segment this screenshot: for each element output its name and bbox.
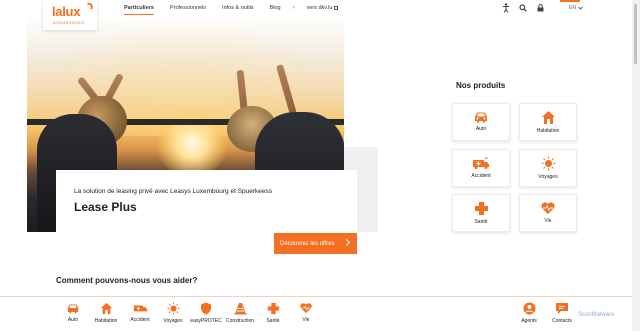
- products-title: Nos produits: [456, 81, 506, 90]
- quick-item-label: Vie: [302, 317, 310, 323]
- product-label: Voyages: [538, 174, 558, 180]
- quick-item-label: easyPROTEC: [190, 318, 222, 324]
- external-link-icon: [334, 6, 339, 10]
- product-tile-accident[interactable]: Accident: [452, 149, 510, 187]
- hero-title: Lease Plus: [74, 200, 137, 214]
- product-tile-auto[interactable]: Auto: [452, 103, 510, 141]
- quick-item-vie[interactable]: Vie: [286, 302, 326, 323]
- page: lalux ASSURANCES Particuliers Profession…: [0, 0, 640, 331]
- nav-item-infos-outils[interactable]: Infos & outils: [214, 0, 262, 16]
- product-tile-voyages[interactable]: Voyages: [519, 149, 577, 187]
- help-title: Comment pouvons-nous vous aider?: [56, 276, 198, 285]
- heart-icon: [300, 303, 312, 314]
- search-icon[interactable]: [517, 2, 529, 14]
- quick-item-contacts[interactable]: Contacts: [542, 302, 582, 324]
- car-icon: [67, 304, 79, 314]
- quick-item-label: Agents: [521, 318, 537, 324]
- quick-item-label: Santé: [266, 318, 280, 324]
- product-label: Habitation: [536, 128, 560, 134]
- cta-label: Découvrez les offres: [280, 240, 335, 247]
- logo-mark-icon: [86, 2, 94, 10]
- sun-icon: [166, 302, 180, 315]
- header-icons: EN: [500, 2, 583, 14]
- language-underline: [560, 0, 580, 2]
- hero-subtitle: La solution de leasing privé avec Leasys…: [74, 188, 273, 195]
- product-tile-habitation[interactable]: Habitation: [519, 103, 577, 141]
- ambulance-icon: [133, 305, 147, 312]
- quick-item-label: Construction: [225, 318, 255, 324]
- lock-icon[interactable]: [534, 2, 546, 14]
- product-label: Santé: [474, 219, 488, 225]
- agent-icon: [523, 302, 535, 315]
- logo-tagline: ASSURANCES: [53, 20, 85, 25]
- bottom-quick-bar: Auto Habitation Accident Voyages easyPRO…: [0, 296, 632, 331]
- chevron-down-icon: [578, 6, 583, 10]
- dkv-link-label: vers dkv.lu: [306, 5, 333, 11]
- quick-item-label: Habitation: [94, 318, 118, 324]
- language-label: EN: [569, 5, 576, 11]
- quick-item-label: Accident: [130, 317, 150, 323]
- product-label: Vie: [544, 218, 552, 224]
- main-nav: Particuliers Professionnels Infos & outi…: [116, 0, 346, 16]
- nav-item-dkv-link[interactable]: vers dkv.lu: [299, 0, 347, 16]
- quick-item-label: Auto: [67, 317, 79, 323]
- product-tile-vie[interactable]: Vie: [519, 194, 577, 232]
- nav-item-particuliers[interactable]: Particuliers: [116, 0, 162, 16]
- car-icon: [475, 112, 487, 123]
- nav-item-professionnels[interactable]: Professionnels: [162, 0, 214, 16]
- product-label: Accident: [471, 173, 491, 179]
- health-cross-icon: [474, 202, 488, 215]
- quick-item-label: Contacts: [552, 318, 572, 324]
- chat-icon: [556, 303, 568, 314]
- shield-icon: [201, 302, 211, 315]
- scrollbar-thumb[interactable]: [634, 4, 637, 64]
- ambulance-icon: [473, 156, 489, 169]
- product-label: Auto: [475, 126, 487, 132]
- product-tile-sante[interactable]: Santé: [452, 194, 510, 232]
- nav-item-blog[interactable]: Blog: [262, 0, 289, 16]
- traffic-cone-icon: [234, 303, 246, 315]
- sun-icon: [541, 156, 555, 171]
- logo[interactable]: lalux ASSURANCES: [43, 0, 97, 30]
- hero-card: La solution de leasing privé avec Leasys…: [56, 170, 357, 233]
- nav-separator: ›: [292, 5, 295, 11]
- health-cross-icon: [267, 302, 279, 315]
- house-icon: [100, 302, 112, 315]
- scanmalware-watermark: ScanMalware: [578, 312, 615, 318]
- accessibility-icon[interactable]: [500, 2, 512, 14]
- logo-wordmark: lalux: [52, 4, 81, 19]
- language-selector[interactable]: EN: [569, 5, 583, 11]
- heart-icon: [541, 202, 555, 214]
- house-icon: [541, 111, 555, 124]
- chevron-right-icon: [342, 238, 351, 247]
- discover-offers-button[interactable]: Découvrez les offres: [274, 233, 357, 254]
- quick-item-label: Voyages: [163, 318, 183, 324]
- header: lalux ASSURANCES Particuliers Profession…: [0, 0, 632, 30]
